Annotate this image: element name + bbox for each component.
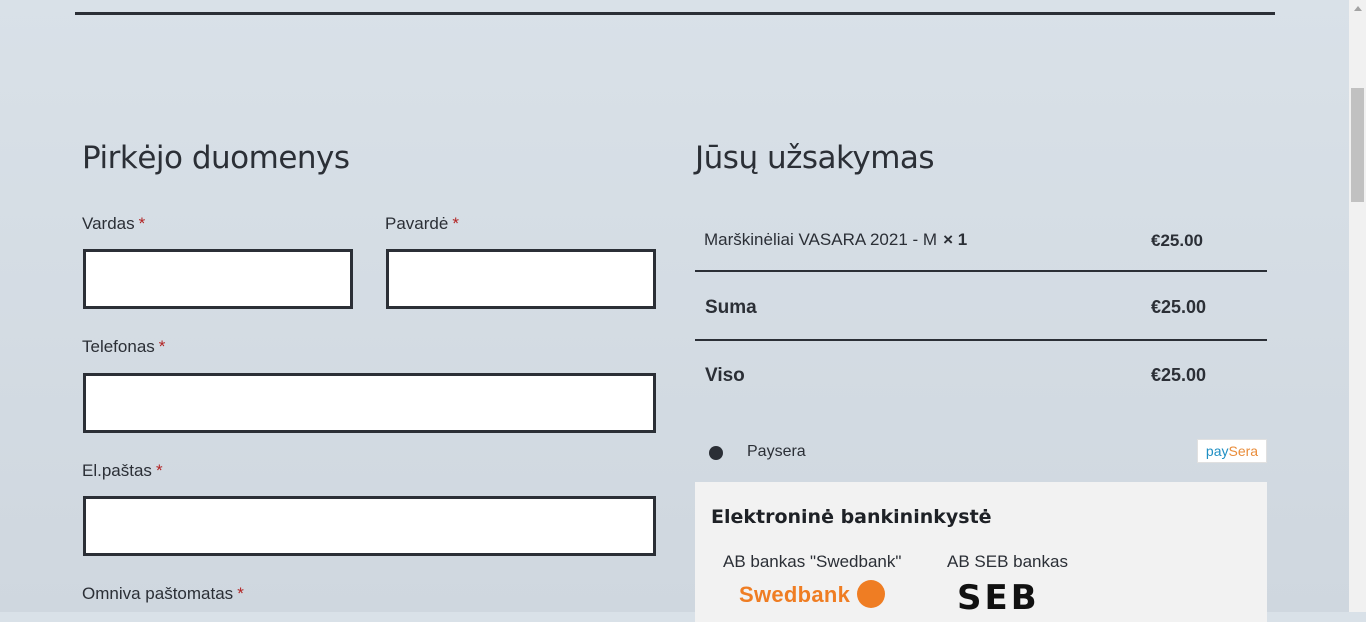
total-value: €25.00: [1151, 365, 1207, 385]
order-title: Jūsų užsakymas: [695, 140, 935, 176]
email-input[interactable]: [83, 496, 656, 556]
bank-selection-panel: Elektroninė bankininkystė AB bankas "Swe…: [695, 482, 1267, 622]
paysera-label[interactable]: Paysera: [747, 443, 806, 461]
scroll-up-arrow-icon[interactable]: [1349, 0, 1366, 17]
required-marker: *: [138, 214, 146, 233]
order-item: Marškinėliai VASARA 2021 - M × 1: [704, 230, 967, 250]
order-divider: [695, 270, 1267, 272]
first-name-label: Vardas *: [82, 214, 146, 233]
required-marker: *: [158, 337, 166, 356]
phone-input[interactable]: [83, 373, 656, 433]
order-item-qty: × 1: [943, 230, 968, 249]
order-item-price: €25.00: [1151, 231, 1203, 250]
first-name-input[interactable]: [83, 249, 353, 309]
paysera-radio[interactable]: [709, 446, 723, 460]
bank-option-swedbank[interactable]: AB bankas "Swedbank": [723, 552, 901, 572]
required-marker: *: [155, 461, 163, 480]
swedbank-logo[interactable]: Swedbank: [739, 582, 850, 608]
required-marker: *: [237, 584, 244, 603]
order-item-name: Marškinėliai VASARA 2021 - M: [704, 230, 938, 249]
phone-label: Telefonas *: [82, 337, 166, 356]
subtotal-value: €25.00: [1151, 297, 1207, 317]
order-divider: [695, 339, 1267, 341]
bank-option-seb[interactable]: AB SEB bankas: [947, 552, 1068, 572]
scrollbar-thumb[interactable]: [1351, 88, 1364, 202]
paysera-logo: paySera: [1197, 439, 1267, 463]
bank-section-title: Elektroninė bankininkystė: [711, 506, 992, 528]
omniva-label: Omniva paštomatas *: [82, 584, 244, 603]
email-label: El.paštas *: [82, 461, 163, 480]
subtotal-label: Suma: [705, 297, 757, 318]
billing-title: Pirkėjo duomenys: [82, 140, 350, 176]
required-marker: *: [452, 214, 459, 233]
last-name-input[interactable]: [386, 249, 656, 309]
last-name-label: Pavardė *: [385, 214, 459, 233]
swedbank-tree-icon: [857, 580, 885, 608]
header-divider: [75, 12, 1275, 15]
total-label: Viso: [705, 365, 745, 386]
seb-logo[interactable]: SEB: [957, 578, 1040, 618]
